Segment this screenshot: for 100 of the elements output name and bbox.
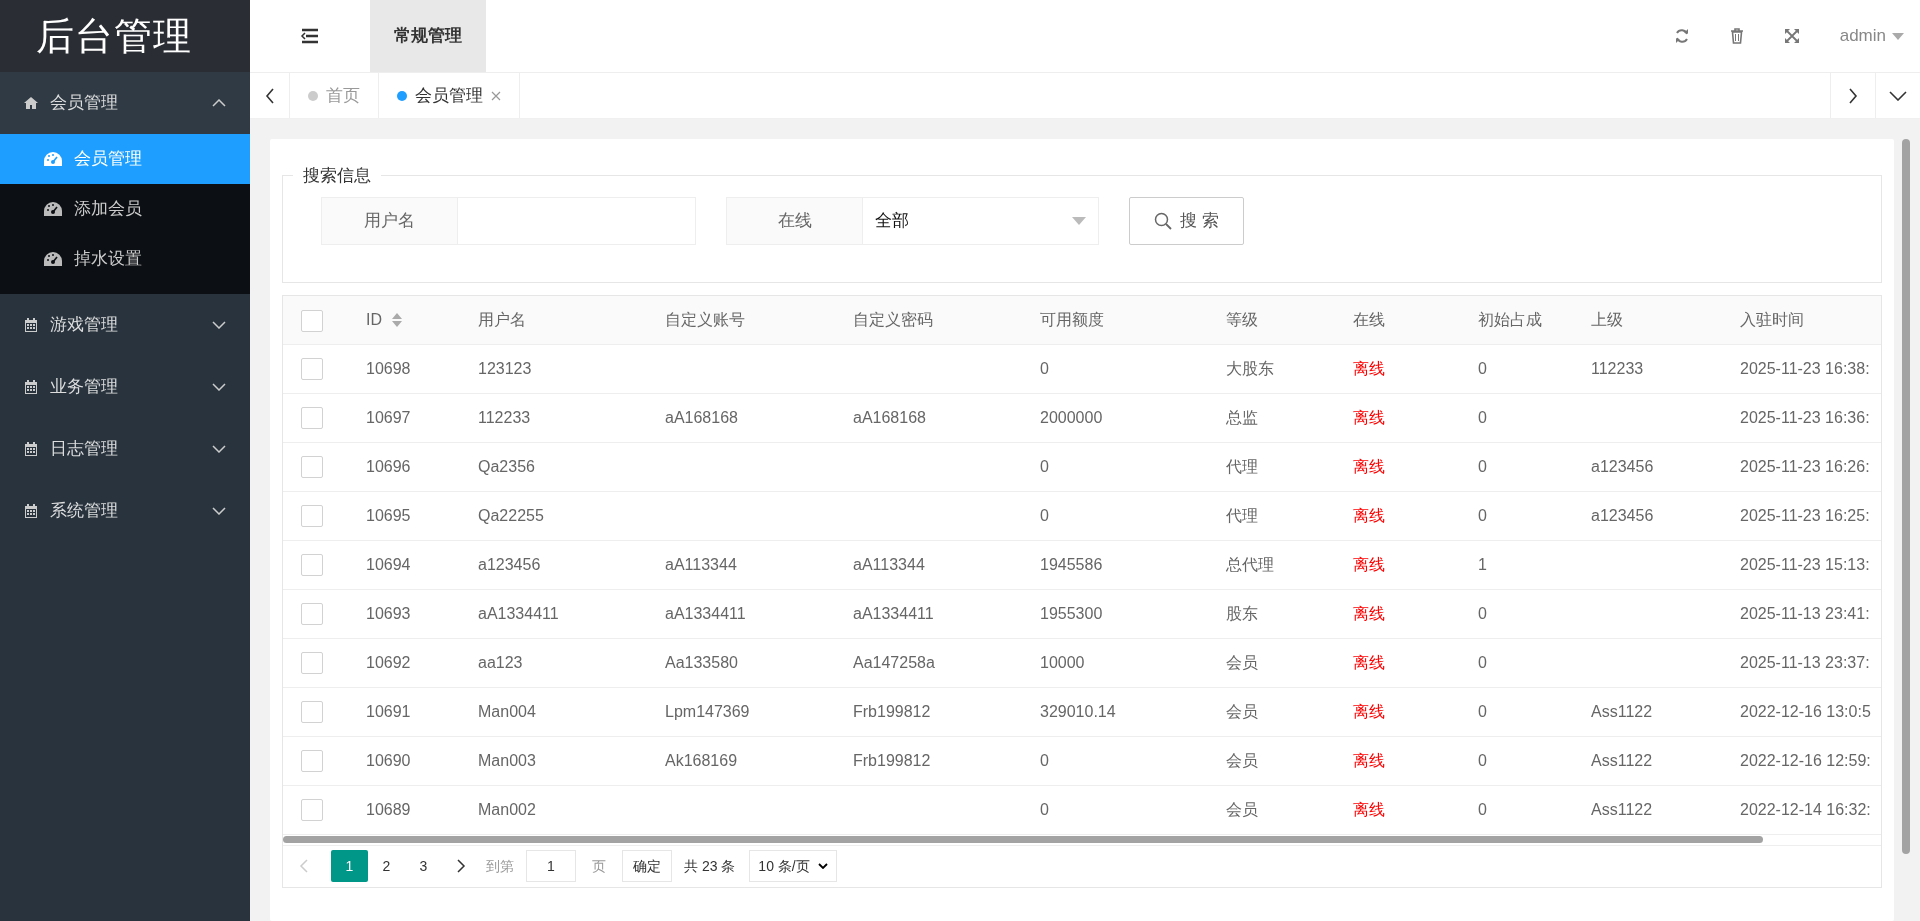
- table-cell: 1955300: [1040, 604, 1103, 622]
- table-cell: 会员: [1226, 653, 1258, 671]
- table-cell: 1: [1478, 555, 1487, 573]
- refresh-icon[interactable]: [1673, 28, 1690, 44]
- table-cell: a123456: [478, 555, 541, 573]
- row-checkbox[interactable]: [301, 603, 323, 626]
- sidebar-group[interactable]: 业务管理: [0, 356, 250, 418]
- caret-icon: [1072, 216, 1086, 225]
- table-cell: Qa22255: [478, 506, 544, 524]
- table-cell: Qa2356: [478, 457, 535, 475]
- table-cell: 离线: [1353, 555, 1385, 573]
- table-cell: 0: [1040, 506, 1049, 524]
- table-cell: Man003: [478, 751, 536, 769]
- calendar-icon: [24, 380, 38, 394]
- page-unit-label: 页: [592, 856, 606, 876]
- confirm-button[interactable]: 确定: [622, 850, 672, 882]
- horizontal-scrollbar[interactable]: [283, 835, 1763, 843]
- table-cell: 10694: [366, 555, 411, 573]
- table-cell: Ass1122: [1591, 800, 1653, 818]
- nav-tab[interactable]: 常规管理: [370, 0, 486, 72]
- sidebar-group[interactable]: 日志管理: [0, 418, 250, 480]
- table-cell: 0: [1478, 408, 1487, 426]
- row-checkbox[interactable]: [301, 652, 323, 675]
- table-cell: 0: [1478, 457, 1487, 475]
- table-cell: aa123: [478, 653, 523, 671]
- sidebar-group[interactable]: 游戏管理: [0, 294, 250, 356]
- table-cell: 会员: [1226, 702, 1258, 720]
- chevron-up-icon: [212, 99, 226, 107]
- table-cell: 总监: [1226, 408, 1258, 426]
- sidebar-group[interactable]: 会员管理: [0, 72, 250, 134]
- table-cell: 2025-11-13 23:41:: [1740, 604, 1870, 622]
- table-cell: Aa147258a: [853, 653, 935, 671]
- table-cell: aA168168: [853, 408, 926, 426]
- table-cell: 2025-11-23 16:26:: [1740, 457, 1870, 475]
- home-icon: [24, 97, 38, 109]
- table-cell: 112233: [1591, 359, 1644, 377]
- logo-text: 后台管理: [36, 13, 192, 59]
- table-cell: 离线: [1353, 653, 1385, 671]
- chevron-down-icon: [1889, 90, 1907, 101]
- row-checkbox[interactable]: [301, 505, 323, 528]
- table-cell: 总代理: [1226, 555, 1274, 573]
- select-all-checkbox[interactable]: [301, 309, 323, 332]
- sort-icon[interactable]: [392, 312, 402, 327]
- table-cell: aA113344: [853, 555, 925, 573]
- row-checkbox[interactable]: [301, 358, 323, 381]
- column-header: 入驻时间: [1740, 309, 1804, 330]
- table-cell: 10695: [366, 506, 411, 524]
- previous-page-icon[interactable]: [299, 859, 309, 873]
- column-header: 用户名: [478, 309, 526, 330]
- next-page-icon[interactable]: [456, 859, 466, 873]
- table-cell: 离线: [1353, 457, 1385, 475]
- table-cell: 10689: [366, 800, 411, 818]
- column-header: 可用额度: [1040, 309, 1104, 330]
- table-cell: 离线: [1353, 506, 1385, 524]
- table-cell: 股东: [1226, 604, 1258, 622]
- page-size-select[interactable]: 10 条/页: [749, 850, 837, 882]
- page-button[interactable]: 3: [405, 850, 442, 882]
- table-cell: 2025-11-23 16:38:: [1740, 359, 1870, 377]
- sidebar-item[interactable]: 添加会员: [0, 184, 250, 234]
- search-button[interactable]: 搜 索: [1129, 196, 1244, 245]
- vertical-scrollbar[interactable]: [1902, 139, 1910, 854]
- user-menu[interactable]: admin: [1839, 23, 1904, 49]
- calendar-icon: [24, 318, 38, 332]
- sidebar-item[interactable]: 掉水设置: [0, 234, 250, 284]
- menu-icon: [300, 28, 320, 44]
- search-icon: [1154, 211, 1172, 230]
- table-cell: Ass1122: [1591, 751, 1653, 769]
- column-header: 自定义密码: [853, 309, 933, 330]
- page-tab[interactable]: 会员管理: [379, 73, 520, 118]
- chevron-down-icon: [212, 445, 226, 453]
- table-cell: Frb199812: [853, 702, 931, 720]
- close-icon[interactable]: [491, 90, 501, 101]
- table-cell: 1945586: [1040, 555, 1103, 573]
- trash-icon[interactable]: [1729, 28, 1744, 44]
- table-cell: 会员: [1226, 800, 1258, 818]
- table-cell: 0: [1040, 800, 1049, 818]
- table-cell: 0: [1478, 506, 1487, 524]
- row-checkbox[interactable]: [301, 701, 323, 724]
- table-cell: a123456: [1591, 506, 1654, 524]
- table-cell: 10690: [366, 751, 411, 769]
- chevron-down-icon: [817, 863, 828, 869]
- page-button[interactable]: 2: [368, 850, 405, 882]
- table-cell: 0: [1478, 653, 1487, 671]
- table-cell: 2025-11-13 23:37:: [1740, 653, 1870, 671]
- calendar-icon: [24, 504, 38, 518]
- row-checkbox[interactable]: [301, 799, 323, 822]
- page-button[interactable]: 1: [331, 850, 368, 882]
- table-cell: 112233: [478, 408, 531, 426]
- column-header[interactable]: ID: [366, 307, 382, 332]
- table-cell: 离线: [1353, 408, 1385, 426]
- field-label: 在线: [726, 196, 863, 245]
- table-cell: 0: [1040, 751, 1049, 769]
- page-number-field[interactable]: 1: [526, 850, 576, 882]
- row-checkbox[interactable]: [301, 750, 323, 773]
- fullscreen-icon[interactable]: [1783, 28, 1800, 44]
- sidebar-group[interactable]: 系统管理: [0, 480, 250, 542]
- row-checkbox[interactable]: [301, 407, 323, 430]
- row-checkbox[interactable]: [301, 456, 323, 479]
- online-select[interactable]: 全部: [863, 196, 1099, 245]
- row-checkbox[interactable]: [301, 554, 323, 577]
